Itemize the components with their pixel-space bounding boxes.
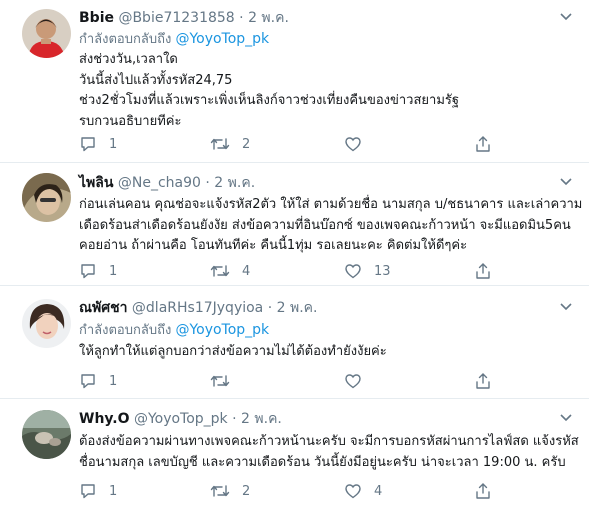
timestamp[interactable]: 2 พ.ค. bbox=[277, 300, 318, 316]
heart-icon bbox=[345, 264, 361, 279]
tweet[interactable]: ณพัศชา @dlaRHs17Jyqyioa · 2 พ.ค. กำลังตอ… bbox=[0, 286, 589, 398]
retweet-count: 2 bbox=[242, 136, 251, 152]
retweet-icon bbox=[210, 138, 230, 150]
heart-icon bbox=[345, 374, 361, 389]
heart-icon bbox=[345, 484, 361, 499]
like-button[interactable]: 13 bbox=[344, 262, 391, 280]
timestamp[interactable]: 2 พ.ค. bbox=[241, 411, 282, 427]
heart-icon bbox=[345, 137, 361, 152]
avatar[interactable] bbox=[22, 299, 71, 348]
tweet-text: ต้องส่งข้อความผ่านทางเพจคณะก้าวหน้านะครั… bbox=[79, 432, 579, 473]
action-bar: 1 2 4 bbox=[79, 482, 559, 502]
reply-context: กำลังตอบกลับถึง @YoyoTop_pk bbox=[79, 30, 269, 49]
retweet-count: 2 bbox=[242, 483, 251, 499]
retweet-icon bbox=[210, 485, 230, 497]
reply-context: กำลังตอบกลับถึง @YoyoTop_pk bbox=[79, 321, 269, 340]
timestamp[interactable]: 2 พ.ค. bbox=[214, 175, 255, 191]
user-handle[interactable]: @Ne_cha90 bbox=[118, 175, 201, 191]
reply-prefix: กำลังตอบกลับถึง bbox=[79, 323, 172, 338]
retweet-icon bbox=[210, 375, 230, 387]
avatar[interactable] bbox=[22, 9, 71, 58]
action-bar: 1 2 bbox=[79, 135, 559, 155]
tweet-text: ให้ลูกทำให้แต่ลูกบอกว่าส่งข้อความไม่ได้ต… bbox=[79, 342, 579, 363]
tweet-text: ก่อนเล่นคอน คุณช่อจะแจ้งรหัส2ตัว ให้ใส่ … bbox=[79, 195, 583, 257]
reply-button[interactable]: 1 bbox=[79, 372, 117, 390]
action-bar: 1 bbox=[79, 372, 559, 392]
reply-count: 1 bbox=[109, 263, 118, 279]
retweet-button[interactable] bbox=[210, 372, 242, 390]
separator-dot: · bbox=[205, 175, 210, 191]
action-bar: 1 4 13 bbox=[79, 262, 559, 282]
tweet-text-line: รบกวนอธิบายทีค่ะ bbox=[79, 113, 182, 129]
retweet-count: 4 bbox=[242, 263, 251, 279]
separator-dot: · bbox=[239, 10, 244, 26]
user-handle[interactable]: @dlaRHs17Jyqyioa bbox=[132, 300, 263, 316]
tweet-text-line: คอยอ่าน ถ้าผ่านคือ โอนทันทีค่ะ คืนนี้1ทุ… bbox=[79, 238, 468, 253]
tweet[interactable]: ไพลิน @Ne_cha90 · 2 พ.ค. ก่อนเล่นคอน คุณ… bbox=[0, 163, 589, 285]
reply-count: 1 bbox=[109, 483, 118, 499]
reply-count: 1 bbox=[109, 373, 118, 389]
reply-icon bbox=[81, 137, 95, 152]
display-name[interactable]: ไพลิน bbox=[79, 175, 113, 191]
avatar[interactable] bbox=[22, 410, 71, 459]
separator-dot: · bbox=[232, 411, 237, 427]
user-handle[interactable]: @Bbie71231858 bbox=[118, 10, 234, 26]
mention-link[interactable]: @YoyoTop_pk bbox=[175, 31, 269, 47]
reply-icon bbox=[81, 374, 95, 389]
reply-prefix: กำลังตอบกลับถึง bbox=[79, 32, 172, 47]
chevron-down-icon[interactable] bbox=[560, 12, 572, 22]
retweet-button[interactable]: 2 bbox=[210, 135, 250, 153]
avatar[interactable] bbox=[22, 173, 71, 222]
reply-button[interactable]: 1 bbox=[79, 482, 117, 500]
reply-button[interactable]: 1 bbox=[79, 135, 117, 153]
tweet[interactable]: Bbie @Bbie71231858 · 2 พ.ค. กำลังตอบกลับ… bbox=[0, 0, 589, 162]
like-count: 13 bbox=[374, 263, 391, 279]
chevron-down-icon[interactable] bbox=[560, 302, 572, 312]
retweet-icon bbox=[210, 265, 230, 277]
tweet-text-line: ก่อนเล่นคอน คุณช่อจะแจ้งรหัส2ตัว ให้ใส่ … bbox=[79, 197, 583, 212]
retweet-button[interactable]: 4 bbox=[210, 262, 250, 280]
share-button[interactable] bbox=[474, 372, 492, 390]
display-name[interactable]: Bbie bbox=[79, 10, 114, 26]
mention-link[interactable]: @YoyoTop_pk bbox=[175, 322, 269, 338]
like-button[interactable] bbox=[344, 372, 374, 390]
tweet-text-line: ให้ลูกทำให้แต่ลูกบอกว่าส่งข้อความไม่ได้ต… bbox=[79, 344, 387, 359]
retweet-button[interactable]: 2 bbox=[210, 482, 250, 500]
user-handle[interactable]: @YoyoTop_pk bbox=[134, 411, 228, 427]
timestamp[interactable]: 2 พ.ค. bbox=[248, 10, 289, 26]
like-count: 4 bbox=[374, 483, 383, 499]
share-icon bbox=[476, 263, 490, 279]
display-name[interactable]: Why.O bbox=[79, 411, 129, 427]
separator-dot: · bbox=[267, 300, 273, 316]
share-icon bbox=[476, 483, 490, 499]
like-button[interactable]: 4 bbox=[344, 482, 382, 500]
share-button[interactable] bbox=[474, 262, 492, 280]
reply-button[interactable]: 1 bbox=[79, 262, 117, 280]
like-button[interactable] bbox=[344, 135, 374, 153]
reply-count: 1 bbox=[109, 136, 118, 152]
chevron-down-icon[interactable] bbox=[560, 413, 572, 423]
share-icon bbox=[476, 136, 490, 152]
tweet-text-line: ช่วง2ชั่วโมงที่แล้วเพราะเพิ่งเห็นลิงก์จา… bbox=[79, 93, 460, 108]
tweet[interactable]: Why.O @YoyoTop_pk · 2 พ.ค. ต้องส่งข้อควา… bbox=[0, 399, 589, 511]
tweet-text-line: ต้องส่งข้อความผ่านทางเพจคณะก้าวหน้านะครั… bbox=[79, 434, 579, 449]
display-name[interactable]: ณพัศชา bbox=[79, 300, 127, 316]
reply-icon bbox=[81, 264, 95, 279]
tweet-text-line: เดือดร้อนส่าเดือดร้อนยังงัย ส่งข้อความที… bbox=[79, 217, 571, 233]
tweet-text-line: วันนี้ส่งไปแล้วทั้งรหัส24,75 bbox=[79, 72, 233, 88]
reply-icon bbox=[81, 484, 95, 499]
share-button[interactable] bbox=[474, 135, 492, 153]
tweet-text-line: ส่งช่วงวัน,เวลาใด bbox=[79, 52, 178, 67]
tweet-text: ส่งช่วงวัน,เวลาใด วันนี้ส่งไปแล้วทั้งรหั… bbox=[79, 50, 579, 132]
share-icon bbox=[476, 373, 490, 389]
tweet-text-line: ชื่อนามสกุล เลขบัญชี และความเดือดร้อน วั… bbox=[79, 454, 566, 470]
chevron-down-icon[interactable] bbox=[560, 177, 572, 187]
share-button[interactable] bbox=[474, 482, 492, 500]
